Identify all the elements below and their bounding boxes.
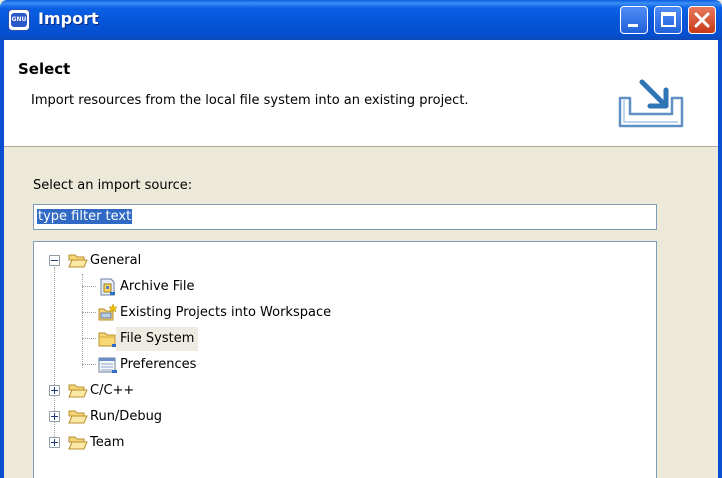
- tree-item-team[interactable]: Team: [34, 431, 434, 455]
- tree-item-label: Preferences: [120, 357, 197, 372]
- expand-toggle[interactable]: [49, 437, 60, 448]
- title-bar[interactable]: GNU Import: [0, 0, 722, 40]
- tree-item-general[interactable]: General: [34, 249, 434, 273]
- archive-file-icon: [100, 278, 115, 296]
- collapse-toggle[interactable]: [49, 255, 60, 266]
- page-description: Import resources from the local file sys…: [31, 93, 469, 108]
- tree-item-label: General: [90, 253, 142, 268]
- tree-item-preferences[interactable]: Preferences: [34, 353, 434, 377]
- filter-input-value[interactable]: type filter text: [37, 209, 133, 224]
- tree-item-label: Team: [90, 435, 125, 450]
- folder-open-icon: [68, 410, 88, 424]
- tree-item-archive-file[interactable]: Archive File: [34, 275, 434, 299]
- tree-item-label: C/C++: [90, 383, 135, 398]
- app-icon-text: GNU: [11, 13, 27, 27]
- app-icon: GNU: [8, 9, 30, 31]
- tree-item-label: Run/Debug: [90, 409, 163, 424]
- folder-icon: [98, 332, 117, 347]
- import-source-tree[interactable]: General Archive File Existing Projects i…: [33, 241, 657, 478]
- maximize-button[interactable]: [654, 6, 682, 34]
- folder-open-icon: [68, 384, 88, 398]
- window-frame-right: [718, 40, 722, 478]
- page-title: Select: [18, 60, 71, 78]
- tree-item-c-cpp[interactable]: C/C++: [34, 379, 434, 403]
- tree-item-label: Existing Projects into Workspace: [120, 305, 332, 320]
- tree-item-run-debug[interactable]: Run/Debug: [34, 405, 434, 429]
- import-source-label: Select an import source:: [33, 178, 193, 193]
- tree-item-file-system[interactable]: File System: [34, 327, 434, 351]
- tree-item-existing-projects[interactable]: Existing Projects into Workspace: [34, 301, 434, 325]
- preferences-icon: [98, 357, 117, 373]
- maximize-icon: [661, 12, 676, 27]
- wizard-header: Select Import resources from the local f…: [4, 40, 718, 147]
- expand-toggle[interactable]: [49, 385, 60, 396]
- import-wizard-icon: [618, 79, 684, 128]
- tree-item-label: File System: [116, 327, 199, 351]
- expand-toggle[interactable]: [49, 411, 60, 422]
- folder-open-icon: [68, 436, 88, 450]
- close-icon: [694, 12, 710, 28]
- close-button[interactable]: [688, 6, 716, 34]
- project-icon: [98, 304, 118, 321]
- folder-open-icon: [68, 254, 88, 268]
- minimize-icon: [628, 24, 638, 27]
- window-title: Import: [38, 9, 99, 28]
- tree-item-label: Archive File: [120, 279, 195, 294]
- minimize-button[interactable]: [620, 6, 648, 34]
- filter-input[interactable]: type filter text: [33, 204, 657, 230]
